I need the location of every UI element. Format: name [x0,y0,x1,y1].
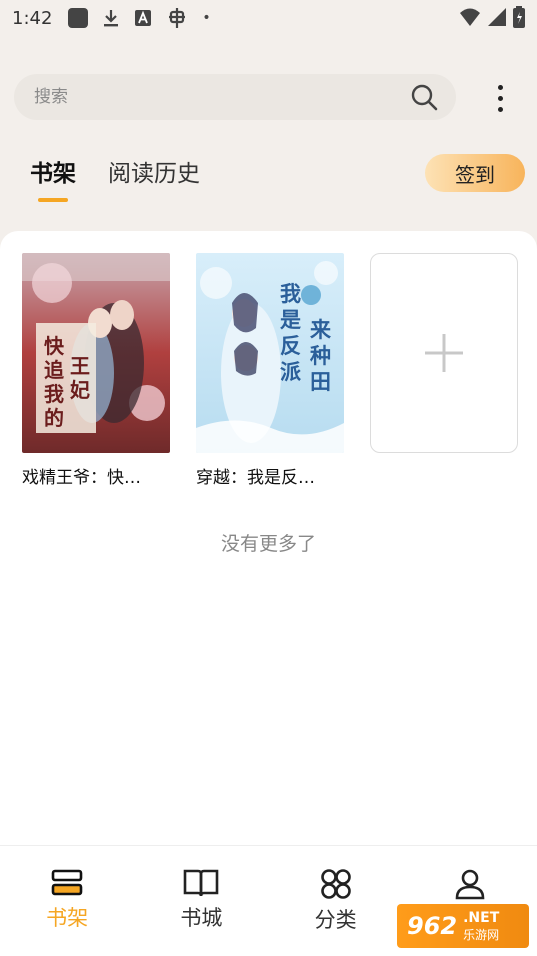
category-icon [320,869,351,899]
svg-text:王: 王 [70,354,90,378]
book-grid: 快 追 我 的 王 妃 戏精王爷：快… 我 是 反 派 来 种 田 穿越：我是反… [22,253,518,488]
bookshelf-icon [51,869,83,896]
status-indicators [459,6,525,28]
book-item[interactable]: 快 追 我 的 王 妃 戏精王爷：快… [22,253,170,488]
watermark-text: .NET 乐游网 [463,910,499,943]
more-dot-icon [497,84,503,90]
nav-label: 分类 [314,908,357,932]
book-cover-art: 快 追 我 的 王 妃 [22,253,170,453]
svg-text:种: 种 [309,344,331,368]
search-icon[interactable] [410,83,438,111]
status-bar: 1:42 • [0,0,537,36]
svg-text:田: 田 [310,370,331,394]
more-dot-icon [497,95,503,101]
bug-icon [169,8,186,28]
svg-text:追: 追 [44,358,64,382]
bookshelf-panel: 快 追 我 的 王 妃 戏精王爷：快… 我 是 反 派 来 种 田 穿越：我是反… [0,231,537,845]
add-book-button[interactable] [370,253,518,453]
book-title[interactable]: 穿越：我是反… [196,463,344,488]
book-item[interactable]: 我 是 反 派 来 种 田 穿越：我是反… [196,253,344,488]
nav-category[interactable]: 分类 [269,846,403,956]
a-box-icon [135,10,152,26]
wifi-icon [460,8,480,26]
signal-icon [488,8,506,26]
checkin-label: 签到 [455,162,495,187]
svg-text:派: 派 [280,360,302,384]
book-title[interactable]: 戏精王爷：快… [22,463,170,488]
more-dot-icon [497,106,503,112]
end-of-list-text: 没有更多了 [220,533,316,555]
nav-bookstore[interactable]: 书城 [134,846,268,956]
book-cover[interactable]: 快 追 我 的 王 妃 [22,253,170,453]
tab-label: 书架 [30,161,76,187]
more-notifications-dot: • [202,10,211,26]
cover-title-text: 快 [44,334,65,358]
person-icon [455,869,485,900]
search-input[interactable] [34,87,410,107]
svg-text:反: 反 [280,334,301,358]
nav-bookshelf[interactable]: 书架 [0,846,134,956]
plus-icon [425,334,463,372]
svg-text:来: 来 [310,318,332,342]
cover-title-text: 我 [280,282,301,306]
tab-label: 阅读历史 [108,161,200,187]
book-cover-art: 我 是 反 派 来 种 田 [196,253,344,453]
nav-label: 书城 [180,906,223,930]
app-notification-icon [68,8,89,28]
download-icon [104,10,119,27]
svg-text:的: 的 [44,406,64,430]
tab-bookshelf[interactable]: 书架 [30,154,76,202]
watermark-number: 962 [407,912,458,940]
checkin-button[interactable]: 签到 [425,154,525,192]
book-cover[interactable]: 我 是 反 派 来 种 田 [196,253,344,453]
battery-icon [513,6,525,28]
search-row [14,74,522,120]
svg-text:妃: 妃 [70,378,90,402]
svg-text:我: 我 [44,382,64,406]
tab-reading-history[interactable]: 阅读历史 [108,154,200,188]
search-box[interactable] [14,74,456,120]
more-menu-button[interactable] [482,78,518,118]
top-tabs: 书架 阅读历史 [30,154,200,202]
site-watermark: 962 .NET 乐游网 [397,904,529,948]
nav-label: 书架 [46,906,89,930]
tab-active-indicator [38,198,68,202]
watermark-cn: 乐游网 [463,927,500,942]
watermark-net: .NET [463,909,500,926]
status-time: 1:42 [12,7,53,29]
notification-icons: • [68,7,211,29]
svg-text:是: 是 [280,308,301,332]
book-open-icon [184,869,219,897]
